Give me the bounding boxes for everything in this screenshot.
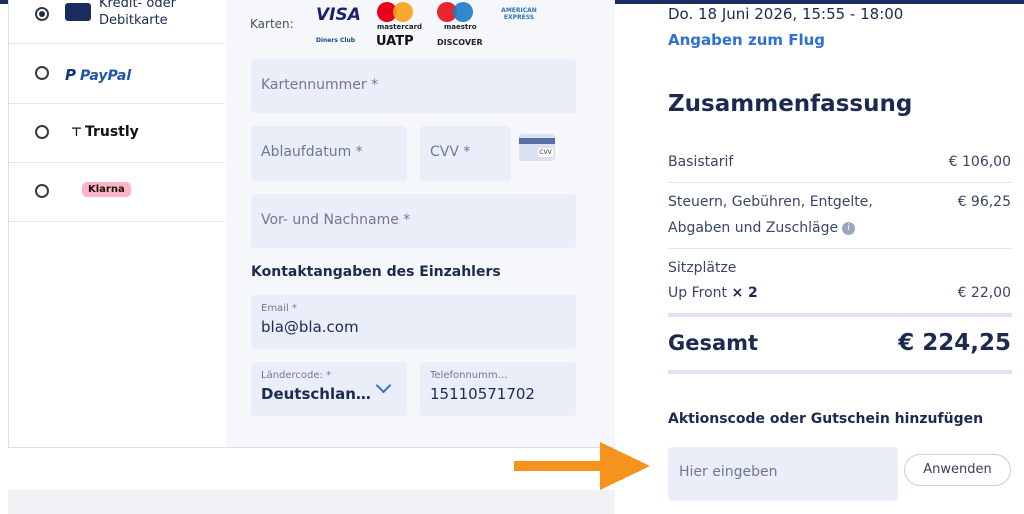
taxes-label-line2-row: Abgaben und Zuschläge i: [668, 220, 856, 236]
promo-title: Aktionscode oder Gutschein hinzufügen: [668, 411, 984, 427]
cvv-placeholder: CVV *: [430, 144, 471, 160]
trustly-logo: ⊤ Trustly: [71, 124, 139, 140]
expiry-field[interactable]: Ablaufdatum *: [251, 126, 407, 181]
apply-button[interactable]: Anwenden: [904, 454, 1011, 486]
country-code-value: Deutschlan…: [261, 385, 371, 403]
method-card-label-2: Debitkarte: [99, 13, 168, 28]
total-value: € 224,25: [898, 330, 1011, 356]
radio-card[interactable]: [35, 7, 49, 21]
card-number-field[interactable]: Kartennummer *: [251, 59, 576, 113]
expiry-placeholder: Ablaufdatum *: [261, 144, 363, 160]
cards-label: Karten:: [250, 17, 294, 31]
bottom-strip: [8, 490, 615, 514]
radio-trustly[interactable]: [35, 125, 49, 139]
taxes-value: € 96,25: [957, 194, 1011, 210]
promo-placeholder: Hier eingeben: [679, 464, 778, 480]
radio-paypal[interactable]: [35, 66, 49, 80]
total-divider-bottom: [668, 370, 1012, 374]
payment-method-list: Kredit- oder Debitkarte P PayPal ⊤ Trustly…: [9, 0, 225, 447]
taxes-label-line2: Abgaben und Zuschläge: [668, 220, 839, 236]
annotation-arrow-icon: [600, 442, 650, 490]
radio-klarna[interactable]: [35, 184, 49, 198]
base-fare-value: € 106,00: [948, 154, 1011, 170]
uatp-logo: UATP: [376, 34, 414, 49]
total-label: Gesamt: [668, 331, 759, 355]
paypal-label: PayPal: [80, 68, 132, 84]
email-value: bla@bla.com: [261, 318, 359, 336]
name-field[interactable]: Vor- und Nachname *: [251, 194, 576, 248]
annotation-arrow-shaft: [514, 461, 606, 471]
upfront-label: Up Front: [668, 285, 727, 301]
phone-value: 15110571702: [430, 385, 535, 403]
upfront-value: € 22,00: [957, 285, 1011, 301]
flight-details-link[interactable]: Angaben zum Flug: [668, 31, 825, 49]
seats-label: Sitzplätze: [668, 260, 737, 276]
cvv-field[interactable]: CVV *: [420, 126, 511, 181]
phone-label: Telefonnumm…: [430, 370, 508, 381]
diners-logo: Diners Club: [316, 37, 356, 44]
klarna-logo: Klarna: [82, 182, 131, 197]
info-icon[interactable]: i: [842, 221, 856, 235]
cvv-icon-text: CVV: [538, 148, 553, 157]
country-code-label: Ländercode: *: [261, 370, 332, 381]
credit-card-icon: [65, 3, 91, 21]
divider: [668, 182, 1012, 183]
amex-logo: AMERICAN EXPRESS: [501, 7, 537, 21]
divider: [668, 248, 1012, 249]
summary-title: Zusammenfassung: [668, 91, 913, 117]
paypal-logo: P PayPal: [65, 66, 132, 84]
total-divider-top: [668, 313, 1012, 317]
visa-logo: VISA: [316, 5, 361, 25]
email-label: Email *: [261, 303, 297, 314]
maestro-logo: maestro: [444, 23, 477, 31]
phone-field[interactable]: Telefonnumm… 15110571702: [420, 362, 576, 416]
flight-datetime: Do. 18 Juni 2026, 15:55 - 18:00: [668, 5, 904, 23]
contact-section-title: Kontaktangaben des Einzahlers: [251, 264, 501, 280]
trustly-label: Trustly: [84, 124, 139, 140]
promo-code-input[interactable]: Hier eingeben: [668, 447, 898, 501]
cvv-card-icon: CVV: [519, 134, 555, 161]
mastercard-logo: mastercard: [377, 23, 423, 31]
base-fare-label: Basistarif: [668, 154, 734, 170]
card-number-placeholder: Kartennummer *: [261, 77, 379, 93]
upfront-qty: × 2: [731, 285, 758, 301]
email-field[interactable]: Email * bla@bla.com: [251, 295, 576, 349]
upfront-row: Up Front × 2: [668, 285, 758, 301]
discover-logo: DISCOVER: [437, 38, 483, 47]
name-placeholder: Vor- und Nachname *: [261, 212, 411, 228]
taxes-label-line1: Steuern, Gebühren, Entgelte,: [668, 194, 873, 210]
mastercard-yellow-icon: [393, 2, 413, 22]
method-card-label-1: Kredit- oder: [99, 0, 176, 11]
method-card[interactable]: Kredit- oder Debitkarte: [9, 0, 225, 44]
maestro-blue-icon: [453, 2, 473, 22]
